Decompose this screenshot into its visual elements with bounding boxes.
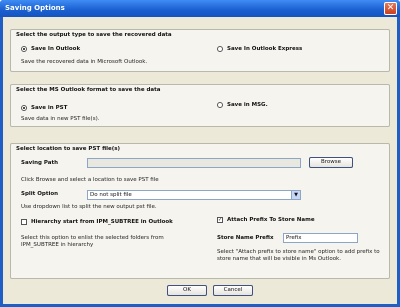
window-title: Saving Options	[5, 4, 65, 12]
save-in-outlook-label[interactable]: Save In Outlook	[31, 46, 80, 52]
saving-path-input[interactable]	[87, 158, 301, 168]
cancel-button[interactable]: Cancel	[213, 285, 253, 296]
chevron-down-icon[interactable]: ▼	[291, 191, 300, 199]
location-group: Select location to save PST file(s) Savi…	[10, 143, 390, 279]
save-in-pst-label[interactable]: Save in PST	[31, 105, 67, 111]
close-button[interactable]: ✕	[384, 2, 397, 15]
hierarchy-checkbox[interactable]	[21, 219, 27, 225]
save-in-outlook-express-label[interactable]: Save In Outlook Express	[227, 46, 302, 52]
saving-options-window: Saving Options ✕ Select the output type …	[0, 0, 400, 307]
save-in-outlook-express-radio[interactable]	[217, 46, 223, 52]
checkmark-icon: ✓	[218, 217, 223, 223]
format-heading: Select the MS Outlook format to save the…	[16, 87, 161, 93]
browse-help-text: Click Browse and select a location to sa…	[21, 177, 159, 183]
hierarchy-help-text: Select this option to enlist the selecte…	[21, 235, 164, 248]
save-in-outlook-radio[interactable]	[21, 46, 27, 52]
split-option-select[interactable]: Do not split file ▼	[87, 190, 301, 200]
title-bar[interactable]: Saving Options ✕	[0, 0, 400, 17]
save-in-msg-radio[interactable]	[217, 102, 223, 108]
split-help-text: Use dropdown list to split the new outpu…	[21, 204, 157, 210]
save-in-msg-label[interactable]: Save in MSG.	[227, 102, 268, 108]
save-in-pst-radio[interactable]	[21, 105, 27, 111]
format-group: Select the MS Outlook format to save the…	[10, 84, 390, 127]
prefix-help-text: Select "Attach prefix to store name" opt…	[217, 249, 380, 262]
browse-button[interactable]: Browse	[309, 157, 353, 168]
output-type-description: Save the recovered data in Microsoft Out…	[21, 59, 148, 65]
output-type-group: Select the output type to save the recov…	[10, 29, 390, 72]
ok-button[interactable]: OK	[167, 285, 207, 296]
output-type-heading: Select the output type to save the recov…	[16, 32, 172, 38]
location-heading: Select location to save PST file(s)	[16, 146, 121, 152]
attach-prefix-checkbox[interactable]: ✓	[217, 217, 223, 223]
saving-path-label: Saving Path	[21, 160, 59, 166]
split-option-value: Do not split file	[90, 192, 132, 198]
dialog-body: Select the output type to save the recov…	[3, 17, 397, 304]
close-icon: ✕	[386, 3, 395, 13]
format-description: Save data in new PST file(s).	[21, 116, 100, 122]
attach-prefix-label[interactable]: Attach Prefix To Store Name	[227, 217, 315, 223]
split-option-label: Split Option	[21, 191, 59, 197]
store-name-prefix-label: Store Name Prefix	[217, 235, 274, 241]
store-name-prefix-input[interactable]: Prefix	[283, 233, 358, 243]
hierarchy-label[interactable]: Hierarchy start from IPM_SUBTREE in Outl…	[31, 219, 173, 225]
